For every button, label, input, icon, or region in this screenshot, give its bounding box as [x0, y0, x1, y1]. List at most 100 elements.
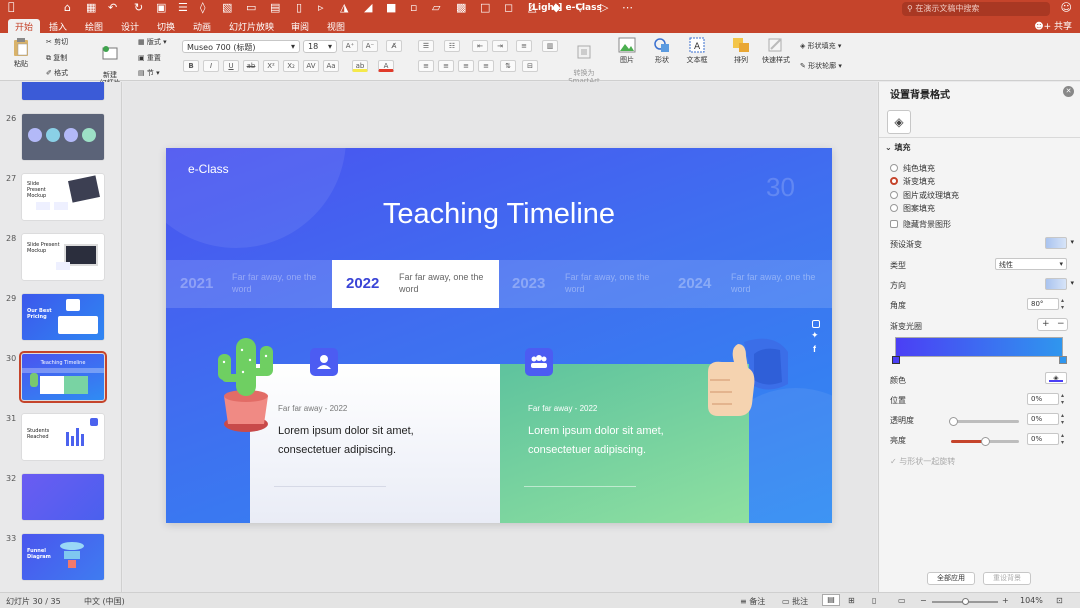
textbox-button[interactable]: A 文本框 [684, 37, 710, 65]
section-button[interactable]: ▤ 节 ▾ [138, 68, 160, 78]
fill-tab-paint-bucket-icon[interactable]: ◈ [887, 110, 911, 134]
slide-sorter-icon[interactable]: ⊞ [848, 596, 855, 605]
justify-button[interactable]: ≡ [478, 60, 494, 72]
preset-gradient-select[interactable]: ▾ [1045, 237, 1074, 249]
superscript-button[interactable]: X² [263, 60, 279, 72]
brightness-input[interactable]: 0% [1027, 433, 1059, 445]
align-left-button[interactable]: ≡ [418, 60, 434, 72]
new-slide-button[interactable]: 新建 幻灯片 [96, 37, 124, 87]
fill-option-pattern[interactable]: 图案填充 [890, 203, 935, 214]
tab-review[interactable]: 审阅 [284, 19, 316, 33]
normal-view-icon[interactable]: ▤ [822, 594, 840, 606]
transparency-slider[interactable] [949, 417, 1019, 426]
slider-knob[interactable] [981, 437, 990, 446]
slide-thumbnail-25[interactable] [22, 82, 104, 100]
zoom-in-icon[interactable]: + [1002, 596, 1009, 605]
brightness-slider[interactable] [951, 437, 1019, 446]
format-painter-button[interactable]: ✐ 格式 [46, 68, 68, 78]
position-input[interactable]: 0% [1027, 393, 1059, 405]
slide-editor-canvas[interactable]: e-Class 30 Teaching Timeline 2021 Far fa… [123, 82, 877, 592]
fill-section-header[interactable]: ⌄ 填充 [885, 142, 911, 153]
slider-knob[interactable] [949, 417, 958, 426]
font-shrink-button[interactable]: A⁻ [362, 40, 378, 52]
align-text-button[interactable]: ⊟ [522, 60, 538, 72]
fill-option-solid[interactable]: 纯色填充 [890, 163, 935, 174]
change-case-button[interactable]: Aa [323, 60, 339, 72]
search-box[interactable]: ⚲ 在演示文稿中搜索 [902, 2, 1050, 16]
tab-insert[interactable]: 插入 [42, 19, 74, 33]
zoom-slider[interactable] [932, 598, 998, 605]
tab-transitions[interactable]: 切换 [150, 19, 182, 33]
layout-button[interactable]: ▦ 版式 ▾ [138, 37, 167, 47]
slide-thumbnail[interactable]: Slide Present Mockup [22, 234, 104, 280]
tab-slideshow[interactable]: 幻灯片放映 [222, 19, 281, 33]
fill-option-picture[interactable]: 图片或纹理填充 [890, 190, 959, 201]
highlight-button[interactable]: ab [352, 60, 368, 72]
text-direction-button[interactable]: ⇅ [500, 60, 516, 72]
font-color-button[interactable]: A [378, 60, 394, 72]
underline-button[interactable]: U [223, 60, 239, 72]
tab-view[interactable]: 视图 [320, 19, 352, 33]
char-spacing-button[interactable]: AV [303, 60, 319, 72]
add-stop-button[interactable]: + [1042, 319, 1050, 329]
slide-thumbnail[interactable]: Funnel Diagram [22, 534, 104, 580]
tab-draw[interactable]: 绘图 [78, 19, 110, 33]
comments-button[interactable]: ▭ 批注 [782, 596, 808, 607]
clear-format-button[interactable]: A̸ [386, 40, 402, 52]
tab-animations[interactable]: 动画 [186, 19, 218, 33]
direction-select[interactable]: ▾ [1045, 278, 1074, 290]
hide-background-checkbox[interactable]: 隐藏背景图形 [890, 219, 951, 230]
picture-button[interactable]: 图片 [614, 37, 640, 65]
slide-thumbnail[interactable] [22, 474, 104, 520]
slide-thumbnail[interactable] [22, 114, 104, 160]
zoom-knob[interactable] [962, 598, 969, 605]
slide[interactable]: e-Class 30 Teaching Timeline 2021 Far fa… [166, 148, 832, 523]
gradient-type-select[interactable]: 线性 ▾ [995, 258, 1067, 270]
strikethrough-button[interactable]: ab [243, 60, 259, 72]
position-stepper[interactable]: ▴ ▾ [1061, 392, 1064, 406]
tab-home[interactable]: 开始 [8, 19, 41, 33]
twitter-icon[interactable]: ✦ [811, 331, 819, 341]
notes-button[interactable]: ≡ 备注 [740, 596, 765, 607]
align-center-button[interactable]: ≡ [438, 60, 454, 72]
slide-thumbnail[interactable]: Our Best Pricing [22, 294, 104, 340]
slide-thumbnail-panel[interactable]: 26 27 Slide Present Mockup 28 Slide Pres… [0, 82, 122, 592]
italic-button[interactable]: I [203, 60, 219, 72]
transparency-input[interactable]: 0% [1027, 413, 1059, 425]
numbering-button[interactable]: ☷ [444, 40, 460, 52]
font-size-select[interactable]: 18 ▾ [303, 40, 337, 53]
brightness-stepper[interactable]: ▴ ▾ [1061, 432, 1064, 446]
font-grow-button[interactable]: A⁺ [342, 40, 358, 52]
account-icon[interactable]: ☺ [1061, 1, 1072, 14]
transparency-stepper[interactable]: ▴ ▾ [1061, 412, 1064, 426]
zoom-level[interactable]: 104% [1020, 596, 1043, 605]
increase-indent-button[interactable]: ⇥ [492, 40, 508, 52]
cut-button[interactable]: ✂ 剪切 [46, 37, 68, 47]
bullets-button[interactable]: ☰ [418, 40, 434, 52]
subscript-button[interactable]: X₂ [283, 60, 299, 72]
bold-button[interactable]: B [183, 60, 199, 72]
shape-button[interactable]: 形状 [648, 37, 676, 65]
slide-thumbnail[interactable]: Students Reached [22, 414, 104, 460]
gradient-bar[interactable] [895, 337, 1063, 357]
remove-stop-button[interactable]: − [1057, 319, 1065, 329]
color-picker[interactable]: ◈ [1045, 372, 1067, 384]
instagram-icon[interactable] [812, 320, 820, 328]
gradient-stop-start[interactable] [892, 356, 900, 364]
zoom-out-icon[interactable]: − [920, 596, 927, 605]
decrease-indent-button[interactable]: ⇤ [472, 40, 488, 52]
angle-input[interactable]: 80° [1027, 298, 1059, 310]
font-name-select[interactable]: Museo 700 (标题) ▾ [182, 40, 300, 53]
facebook-icon[interactable]: f [813, 344, 816, 354]
align-right-button[interactable]: ≡ [458, 60, 474, 72]
shape-fill-button[interactable]: ◈ 形状填充 ▾ [800, 41, 841, 51]
line-spacing-button[interactable]: ≡ [516, 40, 532, 52]
gradient-stop-end[interactable] [1059, 356, 1067, 364]
tab-design[interactable]: 设计 [114, 19, 146, 33]
copy-button[interactable]: ⧉ 复制 [46, 53, 67, 63]
slideshow-icon[interactable]: ▭ [898, 596, 906, 605]
slide-thumbnail-current[interactable]: Teaching Timeline [19, 351, 107, 403]
share-button[interactable]: ☻+ 共享 [1034, 19, 1072, 32]
arrange-button[interactable]: 排列 [728, 37, 754, 65]
reading-view-icon[interactable]: ▯ [872, 596, 876, 605]
